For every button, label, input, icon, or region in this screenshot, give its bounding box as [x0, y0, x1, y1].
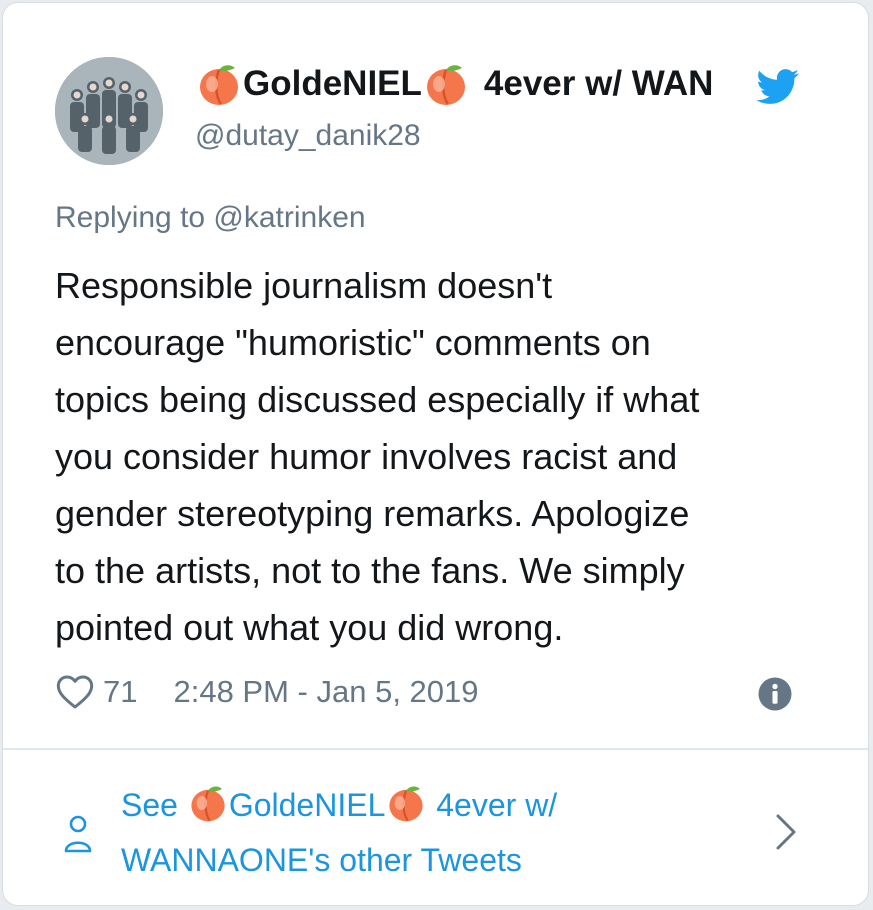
tweet-text: Responsible journalism doesn't encourage…: [55, 257, 845, 656]
user-names: GoldeNIEL 4ever w/ WAN @dutay_danik28: [195, 61, 828, 153]
info-icon[interactable]: [757, 676, 793, 712]
tweet-line: gender stereotyping remarks. Apologize: [55, 493, 690, 534]
tweet-card: GoldeNIEL 4ever w/ WAN @dutay_danik28 Re…: [2, 2, 869, 906]
tweet-line: topics being discussed especially if wha…: [55, 379, 700, 420]
user-icon: [63, 813, 93, 855]
tweet-line: Responsible journalism doesn't: [55, 265, 553, 306]
footer-name-part1: GoldeNIEL: [228, 787, 386, 823]
display-name-part2: 4ever w/ WAN: [483, 64, 714, 103]
peach-icon: [422, 61, 470, 107]
see-label: See: [121, 787, 187, 823]
display-name-part1: GoldeNIEL: [243, 64, 422, 103]
see-other-tweets-text[interactable]: See GoldeNIEL 4ever w/ WANNAONE's other …: [121, 778, 661, 888]
chevron-right-icon[interactable]: [774, 812, 798, 852]
tweet-line: you consider humor involves racist and: [55, 436, 678, 477]
footer-name-part2: 4ever w/: [427, 787, 558, 823]
heart-icon[interactable]: [55, 672, 95, 712]
tweet-line: to the artists, not to the fans. We simp…: [55, 550, 685, 591]
footer-line2: WANNAONE's other Tweets: [121, 842, 522, 878]
display-name[interactable]: GoldeNIEL 4ever w/ WAN: [195, 61, 785, 107]
tweet-header: GoldeNIEL 4ever w/ WAN @dutay_danik28: [55, 55, 828, 167]
peach-icon: [187, 782, 229, 824]
tweet-meta: 71 2:48 PM - Jan 5, 2019: [55, 667, 828, 717]
peach-icon: [195, 61, 243, 107]
tweet-line: encourage "humoristic" comments on: [55, 322, 651, 363]
avatar[interactable]: [55, 57, 163, 165]
twitter-bird-icon[interactable]: [755, 69, 801, 105]
tweet-timestamp[interactable]: 2:48 PM - Jan 5, 2019: [173, 674, 478, 710]
peach-icon: [385, 782, 427, 824]
like-count[interactable]: 71: [103, 674, 137, 710]
see-other-tweets-link[interactable]: See GoldeNIEL 4ever w/ WANNAONE's other …: [3, 750, 868, 905]
replying-to[interactable]: Replying to @katrinken: [55, 201, 366, 235]
tweet-line: pointed out what you did wrong.: [55, 607, 564, 648]
user-handle[interactable]: @dutay_danik28: [195, 119, 828, 153]
